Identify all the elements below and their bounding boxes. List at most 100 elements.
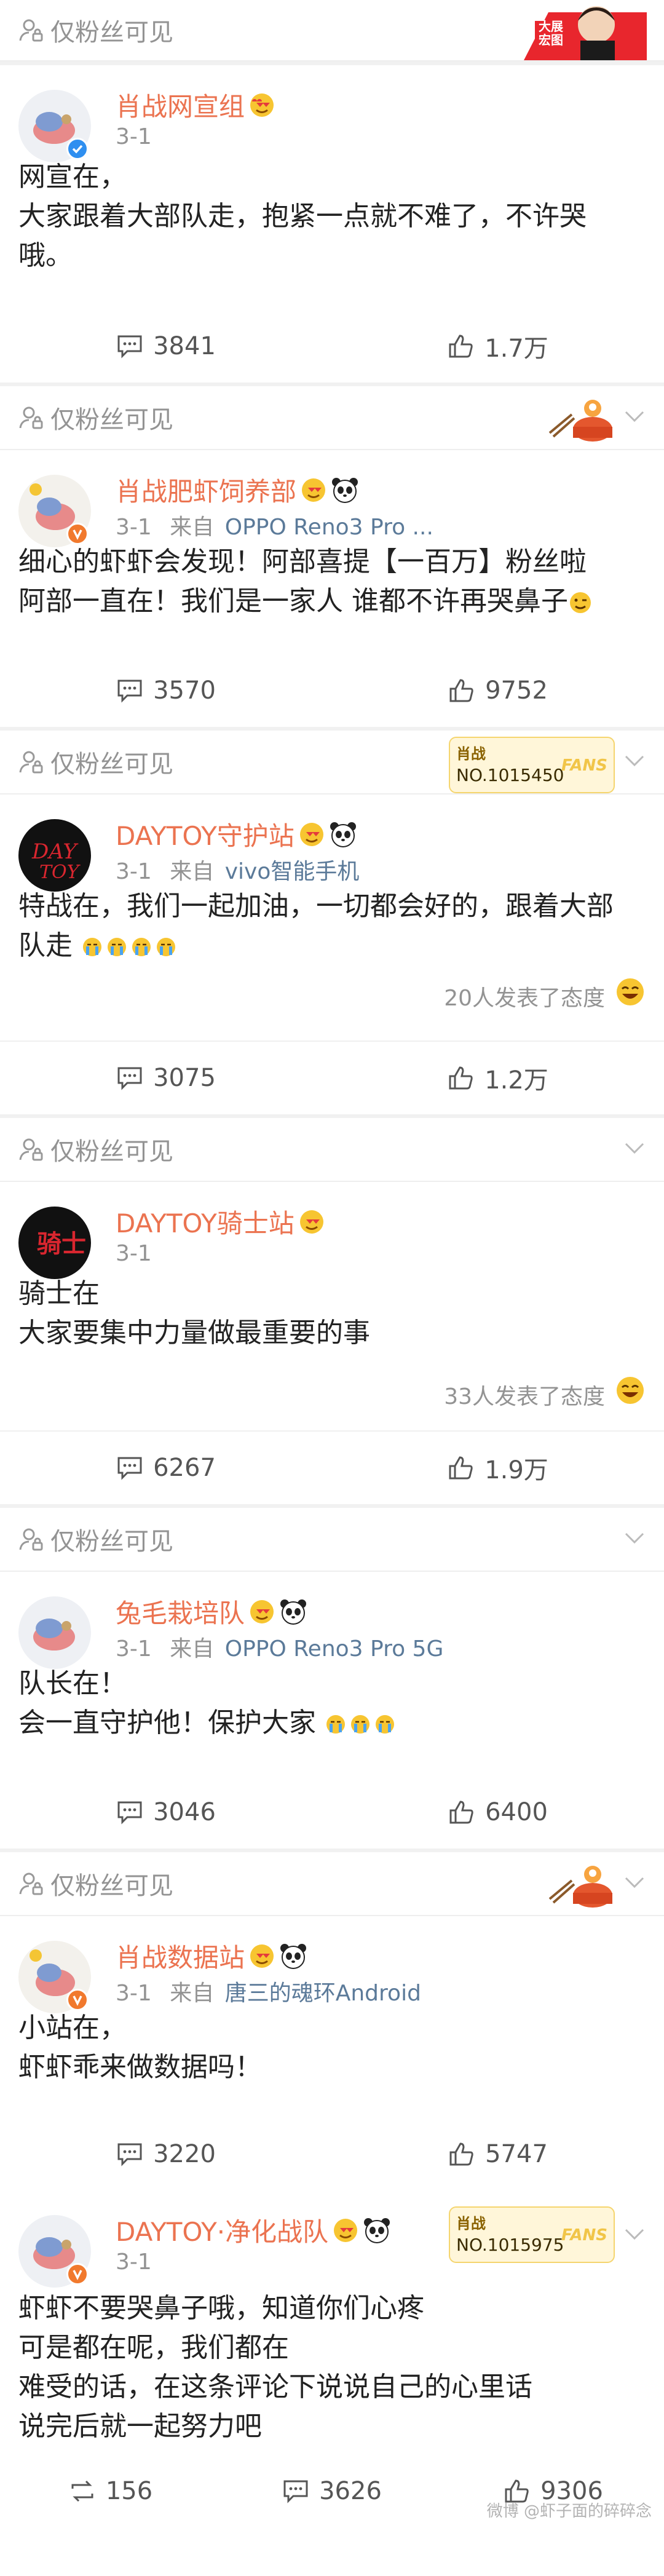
- avatar[interactable]: [18, 1596, 91, 1669]
- post-actions: 3841 1.7万: [0, 310, 664, 382]
- comment-button[interactable]: 3046: [0, 1776, 332, 1849]
- heart-eyes-icon: [334, 2218, 358, 2242]
- comment-icon: [117, 335, 142, 359]
- thumbs-up-icon: [449, 1066, 473, 1090]
- comment-icon: [117, 1457, 142, 1480]
- comment-button[interactable]: 3841: [0, 310, 332, 382]
- person-lock-icon: [19, 1138, 43, 1161]
- username[interactable]: 肖战肥虾饲养部: [116, 471, 359, 509]
- post-header: 兔毛栽培队 3-1 来自 OPPO Reno3 Pro 5G: [0, 1572, 664, 1669]
- fans-only-bar[interactable]: 仅粉丝可见: [0, 1852, 664, 1916]
- fans-only-bar[interactable]: 仅粉丝可见 肖战 NO.1015450 FANS: [0, 731, 664, 795]
- post-actions: 3075 1.2万: [0, 1040, 664, 1114]
- wink-face-icon: [570, 592, 591, 613]
- username[interactable]: 肖战数据站: [116, 1937, 307, 1975]
- chevron-down-icon[interactable]: [622, 1869, 647, 1894]
- post-text: 网宣在， 大家跟着大部队走，抱紧一点就不难了，不许哭 哦。: [18, 161, 587, 271]
- username[interactable]: 肖战网宣组: [116, 86, 275, 124]
- reaction-summary[interactable]: 33人发表了态度: [0, 1368, 664, 1414]
- svg-text:DAY: DAY: [31, 839, 79, 864]
- weibo-post[interactable]: 兔毛栽培队 3-1 来自 OPPO Reno3 Pro 5G 队长在！ 会一直守…: [0, 1572, 664, 1849]
- like-button[interactable]: 1.7万: [332, 310, 664, 382]
- chevron-down-icon[interactable]: [622, 403, 647, 428]
- chevron-down-icon[interactable]: [622, 1135, 647, 1160]
- avatar[interactable]: DAY TOY: [18, 819, 91, 892]
- comment-button[interactable]: 3626: [221, 2455, 443, 2527]
- comment-button[interactable]: 3570: [0, 654, 332, 727]
- post-header: DAYTOY·净化战队 3-1 肖战 NO.1015975 FANS: [0, 2190, 664, 2288]
- like-button[interactable]: 6400: [332, 1776, 664, 1849]
- username[interactable]: DAYTOY守护站: [116, 815, 357, 853]
- weibo-post[interactable]: 肖战网宣组 3-1 网宣在， 大家跟着大部队走，抱紧一点就不难了，不许哭 哦。 …: [0, 65, 664, 382]
- watermark: 微博 @虾子面的碎碎念: [486, 2502, 652, 2521]
- fans-only-bar[interactable]: 仅粉丝可见: [0, 1118, 664, 1182]
- post-meta: 3-1: [116, 2249, 152, 2275]
- device-source[interactable]: OPPO Reno3 Pro 5G: [225, 1636, 444, 1662]
- reaction-summary[interactable]: 20人发表了态度: [0, 969, 664, 1016]
- panda-icon: [280, 1599, 307, 1625]
- post-text: 骑士在 大家要集中力量做最重要的事: [18, 1278, 370, 1349]
- chevron-down-icon[interactable]: [622, 748, 647, 772]
- chevron-down-icon[interactable]: [622, 2221, 647, 2246]
- post-meta: 3-1 来自 唐三的魂环Android: [116, 1981, 421, 2006]
- like-button[interactable]: 1.9万: [332, 1432, 664, 1504]
- post-text: 细心的虾虾会发现！阿部喜提【一百万】粉丝啦 阿部一直在！我们是一家人 谁都不许再…: [0, 542, 664, 621]
- hotpot-decoration-icon: [548, 400, 612, 442]
- verified-orange-badge: [66, 523, 89, 545]
- svg-text:骑士: 骑士: [37, 1230, 86, 1258]
- device-source[interactable]: vivo智能手机: [225, 859, 360, 884]
- hotpot-decoration-icon: [548, 1866, 612, 1908]
- fans-only-bar[interactable]: 仅粉丝可见 大展宏图: [0, 0, 664, 61]
- heart-eyes-icon: [250, 93, 274, 117]
- fans-only-bar[interactable]: 仅粉丝可见: [0, 1508, 664, 1572]
- avatar[interactable]: 骑士: [18, 1207, 91, 1279]
- weibo-post[interactable]: DAYTOY·净化战队 3-1 肖战 NO.1015975 FANS 虾虾不要哭…: [0, 2190, 664, 2527]
- fans-number-badge: 肖战 NO.1015450 FANS: [449, 737, 615, 793]
- weibo-post[interactable]: 肖战肥虾饲养部 3-1 来自 OPPO Reno3 Pro ... 细心的虾虾会…: [0, 450, 664, 727]
- crying-face-icon: [326, 1715, 394, 1734]
- username[interactable]: DAYTOY骑士站: [116, 1203, 325, 1240]
- comment-icon: [117, 1067, 142, 1090]
- username[interactable]: DAYTOY·净化战队: [116, 2211, 391, 2249]
- repost-button[interactable]: 156: [0, 2455, 221, 2527]
- comment-button[interactable]: 3220: [0, 2118, 332, 2190]
- heart-eyes-icon: [250, 1599, 274, 1623]
- comment-button[interactable]: 6267: [0, 1432, 332, 1504]
- crying-face-icon: [83, 938, 175, 956]
- person-lock-icon: [19, 19, 43, 42]
- post-meta: 3-1 来自 OPPO Reno3 Pro 5G: [116, 1636, 444, 1662]
- thumbs-up-icon: [449, 679, 473, 702]
- heart-eyes-icon: [250, 1944, 274, 1968]
- comment-button[interactable]: 3075: [0, 1042, 332, 1114]
- verified-orange-badge: [66, 1989, 89, 2011]
- fans-only-bar[interactable]: 仅粉丝可见: [0, 386, 664, 450]
- fans-number-badge: 肖战 NO.1015975 FANS: [449, 2206, 615, 2263]
- thumbs-up-icon: [449, 1801, 473, 1824]
- like-button[interactable]: 1.2万: [332, 1042, 664, 1114]
- panda-icon: [332, 477, 358, 503]
- panda-icon: [364, 2217, 390, 2243]
- post-meta: 3-1 来自 OPPO Reno3 Pro ...: [116, 515, 433, 540]
- post-actions: 3046 6400: [0, 1776, 664, 1849]
- device-source[interactable]: 唐三的魂环Android: [225, 1981, 421, 2006]
- weibo-post[interactable]: DAY TOY DAYTOY守护站 3-1 来自 vivo智能手机 特战在，我们一…: [0, 795, 664, 1114]
- chevron-down-icon[interactable]: [622, 1525, 647, 1550]
- verified-blue-badge: [66, 138, 89, 160]
- post-text: 小站在， 虾虾乖来做数据吗！: [18, 2012, 262, 2083]
- device-source[interactable]: OPPO Reno3 Pro ...: [225, 515, 433, 540]
- like-button[interactable]: 9752: [332, 654, 664, 727]
- heart-eyes-icon: [299, 822, 323, 846]
- laugh-face-icon: [617, 978, 644, 1005]
- person-lock-icon: [19, 406, 43, 429]
- weibo-post[interactable]: 骑士 DAYTOY骑士站 3-1 骑士在 大家要集中力量做最重要的事 33人发表…: [0, 1182, 664, 1504]
- post-header: 肖战数据站 3-1 来自 唐三的魂环Android: [0, 1916, 664, 2013]
- person-lock-icon: [19, 751, 43, 774]
- post-actions: 6267 1.9万: [0, 1430, 664, 1504]
- weibo-feed: 仅粉丝可见 大展宏图 肖战网宣组 3-1 网宣在， 大家跟着大部队走，抱紧一点就…: [0, 0, 664, 2527]
- like-button[interactable]: 5747: [332, 2118, 664, 2190]
- username[interactable]: 兔毛栽培队: [116, 1593, 307, 1630]
- heart-eyes-icon: [299, 1210, 323, 1234]
- fans-only-label: 仅粉丝可见: [50, 18, 173, 47]
- weibo-post[interactable]: 肖战数据站 3-1 来自 唐三的魂环Android 小站在， 虾虾乖来做数据吗！…: [0, 1916, 664, 2190]
- thumbs-up-icon: [449, 1456, 473, 1480]
